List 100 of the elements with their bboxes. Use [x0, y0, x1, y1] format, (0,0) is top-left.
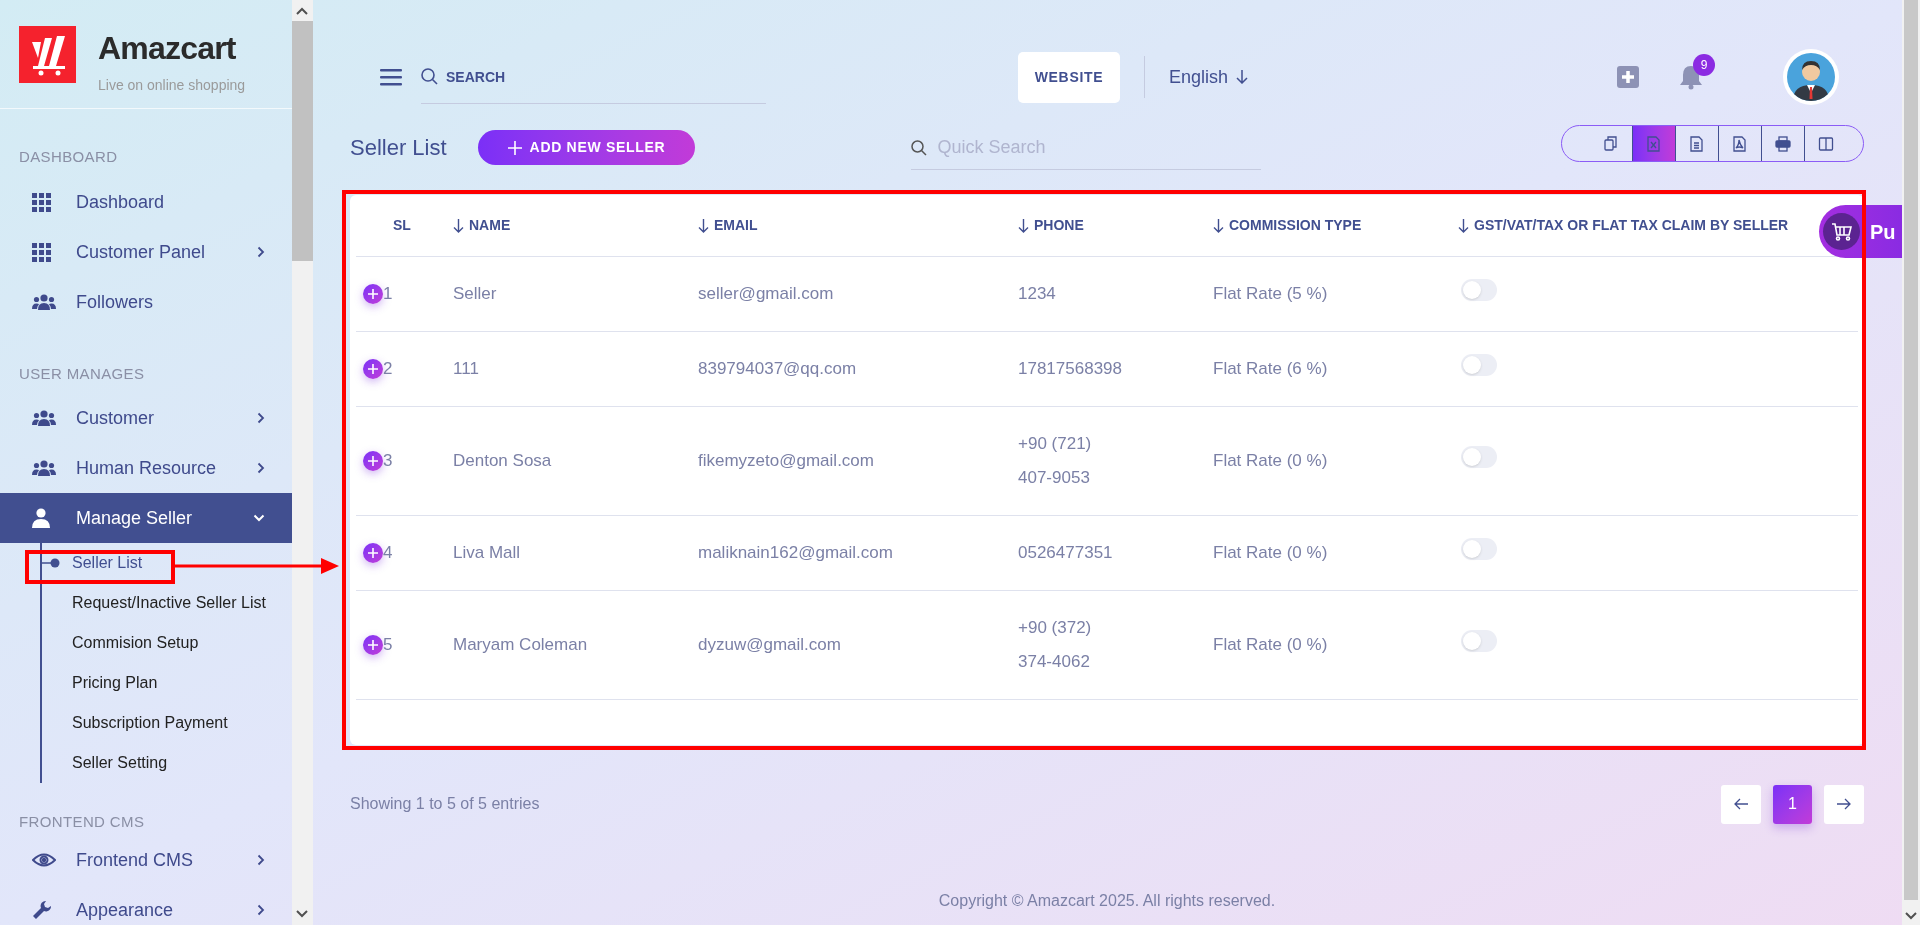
column-header[interactable]: COMMISSION TYPE [1213, 215, 1362, 236]
sidebar-item[interactable]: Followers [0, 277, 292, 327]
toggle-switch[interactable] [1461, 538, 1497, 560]
table-cell-text: Flat Rate (0 %) [1213, 634, 1329, 657]
sidebar-scrollbar[interactable] [292, 0, 313, 925]
page-title: Seller List [350, 134, 447, 162]
sort-arrow-icon [698, 218, 709, 233]
column-header[interactable]: NAME [453, 215, 511, 236]
table-cell-text: Seller [453, 283, 498, 306]
sidebar-item[interactable]: Customer Panel [0, 227, 292, 277]
language-dropdown[interactable]: English [1169, 63, 1249, 91]
submenu-item[interactable]: Pricing Plan [72, 671, 158, 695]
column-header[interactable]: EMAIL [698, 215, 758, 236]
search-icon [421, 68, 438, 85]
sidebar-item[interactable]: Manage Seller [0, 493, 292, 543]
table-cell-text: +90 (372) 374-4062 [1018, 617, 1093, 673]
table-cell-text: 17817568398 [1018, 358, 1123, 380]
expand-row-button[interactable] [363, 284, 383, 304]
table-cell-text: Flat Rate (0 %) [1213, 542, 1329, 565]
plus-icon [368, 548, 378, 558]
page-scrollbar[interactable] [1902, 0, 1920, 925]
plus-icon [368, 289, 378, 299]
submenu-item[interactable]: Subscription Payment [72, 711, 228, 735]
scroll-down-icon[interactable] [295, 909, 309, 919]
table-cell-text: 839794037@qq.com [698, 358, 858, 381]
sidebar-item[interactable]: Customer [0, 393, 292, 443]
scroll-up-icon[interactable] [295, 6, 309, 16]
table-cell-text: 1234 [1018, 283, 1057, 305]
column-header[interactable]: PHONE [1018, 215, 1084, 236]
previous-page-button[interactable] [1721, 784, 1761, 824]
column-header[interactable]: SL [393, 215, 411, 236]
table-cell-text: 111 [453, 358, 480, 381]
next-page-button[interactable] [1824, 784, 1864, 824]
add-button[interactable] [1617, 66, 1639, 88]
submenu-item[interactable]: Seller Setting [72, 751, 168, 775]
chevron-right-icon [257, 462, 265, 474]
sidebar-item[interactable]: Appearance [0, 885, 292, 925]
column-header[interactable]: GST/VAT/TAX OR FLAT TAX CLAIM BY SELLER [1458, 215, 1789, 236]
table-cell-text: maliknain162@gmail.com [698, 542, 894, 565]
table-cell-text: 2 [383, 358, 393, 381]
submenu-item[interactable]: Request/Inactive Seller List [72, 591, 266, 615]
plus-icon [507, 140, 522, 155]
website-button[interactable]: WEBSITE [1018, 51, 1120, 103]
notification-badge: 9 [1693, 54, 1715, 76]
brand-tagline: Live on online shopping [98, 76, 246, 94]
section-label: USER MANAGES [18, 364, 146, 384]
spreadsheet-file-icon [1646, 135, 1662, 152]
expand-row-button[interactable] [363, 543, 383, 563]
table-cell-text: 5 [383, 634, 393, 657]
menu-button[interactable] [380, 67, 402, 87]
table-cell-text: 0526477351 [1018, 542, 1114, 564]
add-new-seller-button[interactable]: ADD NEW SELLER [477, 130, 696, 165]
chevron-right-icon [257, 412, 265, 424]
sort-arrow-icon [1018, 218, 1029, 233]
arrow-right-icon [1837, 798, 1851, 810]
scroll-down-icon[interactable] [1904, 911, 1918, 921]
entries-info: Showing 1 to 5 of 5 entries [350, 794, 540, 814]
sort-arrow-icon [453, 218, 464, 233]
sidebar-item[interactable]: Frontend CMS [0, 835, 292, 885]
toggle-switch[interactable] [1461, 354, 1497, 376]
toggle-switch[interactable] [1461, 446, 1497, 468]
grid-icon [32, 242, 51, 262]
table-cell-text: Liva Mall [453, 542, 522, 565]
submenu-item[interactable]: Seller List [72, 551, 143, 575]
notification-button[interactable]: 9 [1679, 54, 1715, 90]
sidebar-item[interactable]: Dashboard [0, 177, 292, 227]
expand-row-button[interactable] [363, 359, 383, 379]
columns-icon [1818, 135, 1834, 152]
printer-icon [1775, 135, 1791, 152]
toggle-switch[interactable] [1461, 279, 1497, 301]
avatar[interactable] [1783, 49, 1839, 105]
table-cell-text: 4 [383, 542, 393, 565]
grid-icon [32, 192, 51, 212]
arrow-left-icon [1734, 798, 1748, 810]
table-cell-text: 1 [383, 283, 393, 306]
sort-arrow-icon [1213, 218, 1224, 233]
table-cell-text: dyzuw@gmail.com [698, 634, 842, 657]
table-cell-text: Flat Rate (0 %) [1213, 450, 1329, 473]
plus-icon [368, 364, 378, 374]
submenu-item[interactable]: Commision Setup [72, 631, 199, 655]
logo-icon [19, 26, 76, 83]
table-cell-text: 3 [383, 450, 393, 473]
users-icon [32, 409, 56, 427]
expand-row-button[interactable] [363, 451, 383, 471]
section-label: FRONTEND CMS [18, 812, 146, 832]
toggle-switch[interactable] [1461, 630, 1497, 652]
table-cell-text: fikemyzeto@gmail.com [698, 450, 875, 473]
expand-row-button[interactable] [363, 635, 383, 655]
table-cell-text: seller@gmail.com [698, 283, 835, 306]
sort-arrow-icon [1458, 218, 1469, 233]
sidebar-item[interactable]: Human Resource [0, 443, 292, 493]
section-label: DASHBOARD [18, 147, 119, 167]
brand-name: Amazcart [98, 29, 237, 68]
plus-icon [368, 456, 378, 466]
chevron-down-icon [253, 514, 265, 522]
cart-icon [1831, 222, 1852, 241]
page-button[interactable]: 1 [1773, 784, 1812, 824]
table-cell-text: +90 (721) 407-9053 [1018, 433, 1093, 489]
chevron-right-icon [257, 904, 265, 916]
search-field[interactable]: SEARCH [446, 61, 746, 92]
